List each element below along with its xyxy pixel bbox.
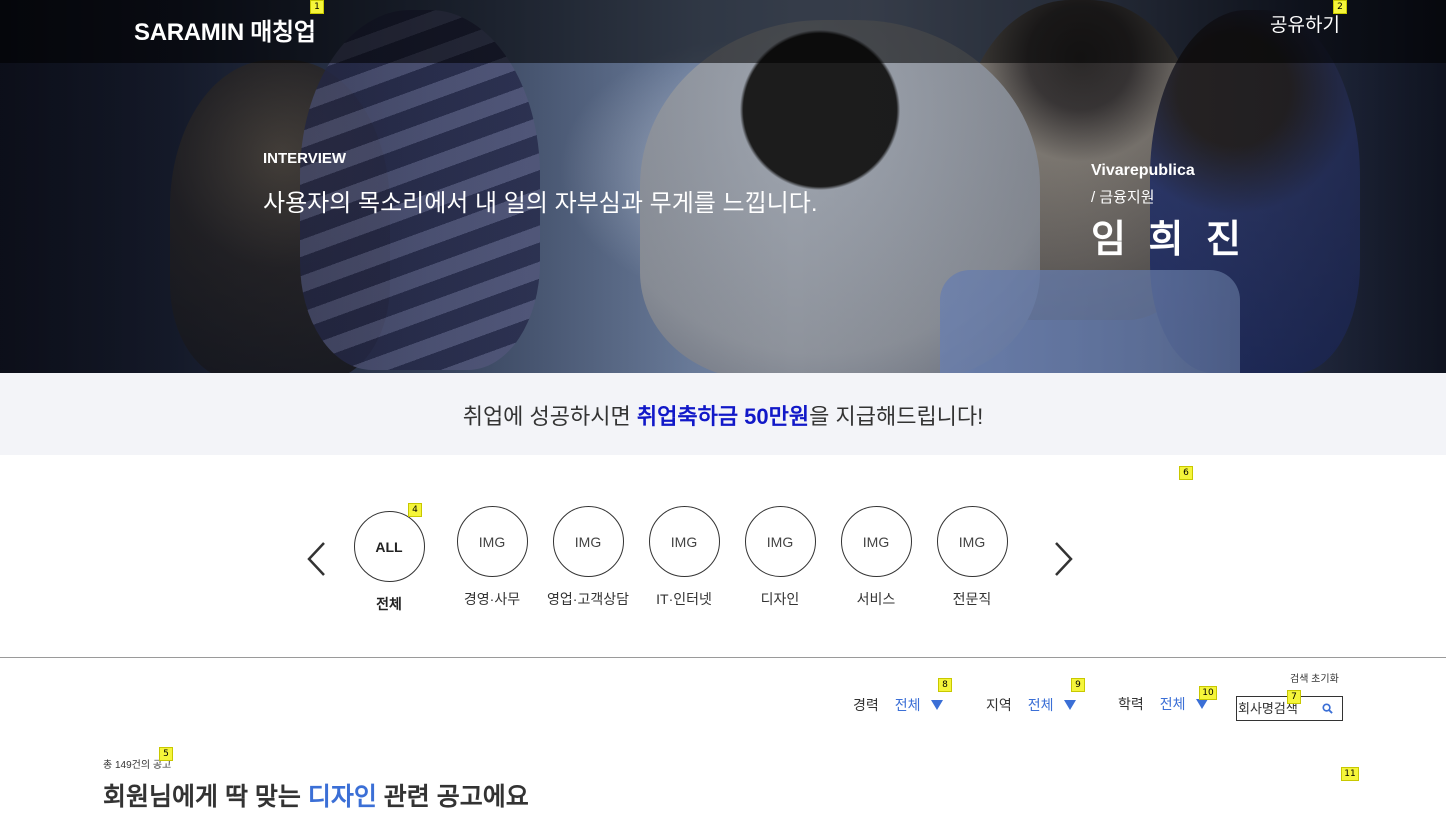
filter-label: 지역 — [986, 697, 1012, 713]
annotation-marker: 9 — [1071, 678, 1085, 692]
results-headline-suffix: 관련 공고에요 — [376, 783, 529, 811]
category-label: 영업·고객상담 — [547, 591, 629, 607]
carousel-prev-button[interactable] — [305, 540, 327, 578]
hero-person-name: 임 희 진 — [1091, 219, 1247, 261]
share-button[interactable]: 공유하기 — [1270, 10, 1340, 37]
category-icon: ALL — [353, 511, 425, 582]
filter-label: 학력 — [1118, 696, 1144, 712]
logo-link[interactable]: SARAMIN 매칭업 — [134, 12, 316, 47]
category-sales[interactable]: IMG 영업·고객상담 — [540, 506, 636, 609]
search-reset-link[interactable]: 검색 초기화 — [1290, 670, 1339, 685]
company-search-input[interactable] — [1238, 698, 1314, 719]
filter-value: 전체 — [1027, 697, 1054, 713]
reward-banner-highlight: 취업축하금 50만원 — [636, 404, 810, 429]
dropdown-arrow-icon — [1063, 700, 1076, 710]
results-headline-category: 디자인 — [307, 783, 377, 811]
category-all[interactable]: ALL 전체 — [341, 511, 437, 614]
category-icon: IMG — [744, 506, 816, 577]
category-professional[interactable]: IMG 전문직 — [924, 506, 1020, 609]
annotation-marker: 2 — [1333, 0, 1347, 14]
results-headline-prefix: 회원님에게 딱 맞는 — [103, 783, 308, 811]
reward-banner: 취업에 성공하시면 취업축하금 50만원을 지급해드립니다! — [0, 373, 1446, 455]
category-management[interactable]: IMG 경영·사무 — [444, 506, 540, 609]
annotation-marker: 7 — [1287, 690, 1301, 704]
category-it[interactable]: IMG IT·인터넷 — [636, 506, 732, 609]
filter-value: 전체 — [894, 697, 921, 713]
hero-eyebrow: INTERVIEW — [263, 150, 347, 167]
section-divider — [0, 657, 1446, 658]
search-button[interactable] — [1314, 699, 1340, 719]
category-label: 서비스 — [856, 591, 896, 607]
chevron-left-icon — [307, 542, 325, 576]
dropdown-arrow-icon — [930, 700, 943, 710]
annotation-marker: 10 — [1199, 686, 1217, 700]
category-label: 경영·사무 — [463, 591, 521, 607]
category-label: 전체 — [376, 596, 402, 612]
category-service[interactable]: IMG 서비스 — [828, 506, 924, 609]
annotation-marker: 6 — [1179, 466, 1193, 480]
annotation-marker: 8 — [938, 678, 952, 692]
category-icon: IMG — [936, 506, 1008, 577]
reward-banner-text: 취업에 성공하시면 취업축하금 50만원을 지급해드립니다! — [0, 399, 1446, 431]
category-label: IT·인터넷 — [656, 591, 712, 607]
category-icon: IMG — [456, 506, 528, 577]
filter-region[interactable]: 지역 전체 — [986, 695, 1076, 715]
category-icon: IMG — [648, 506, 720, 577]
category-icon: IMG — [840, 506, 912, 577]
hero-company: Vivarepublica — [1091, 162, 1195, 179]
annotation-marker: 11 — [1341, 767, 1359, 781]
hero-quote: 사용자의 목소리에서 내 일의 자부심과 무게를 느낍니다. — [263, 190, 818, 217]
category-label: 전문직 — [952, 591, 992, 607]
reward-banner-suffix: 을 지급해드립니다! — [809, 404, 984, 429]
reward-banner-prefix: 취업에 성공하시면 — [462, 404, 637, 429]
top-bar: SARAMIN 매칭업 공유하기 — [0, 0, 1446, 63]
results-headline: 회원님에게 딱 맞는 디자인 관련 공고에요 — [103, 777, 529, 813]
annotation-marker: 1 — [310, 0, 324, 14]
filter-value: 전체 — [1159, 696, 1186, 712]
filter-experience[interactable]: 경력 전체 — [853, 695, 943, 715]
category-design[interactable]: IMG 디자인 — [732, 506, 828, 609]
chevron-right-icon — [1055, 542, 1073, 576]
category-icon: IMG — [552, 506, 624, 577]
filter-label: 경력 — [853, 697, 879, 713]
dropdown-arrow-icon — [1195, 699, 1208, 709]
category-label: 디자인 — [760, 591, 800, 607]
annotation-marker: 4 — [408, 503, 422, 517]
search-icon — [1321, 703, 1333, 714]
annotation-marker: 5 — [159, 747, 173, 761]
hero-department: / 금융지원 — [1091, 189, 1155, 206]
filter-education[interactable]: 학력 전체 — [1118, 694, 1208, 714]
carousel-next-button[interactable] — [1053, 540, 1075, 578]
